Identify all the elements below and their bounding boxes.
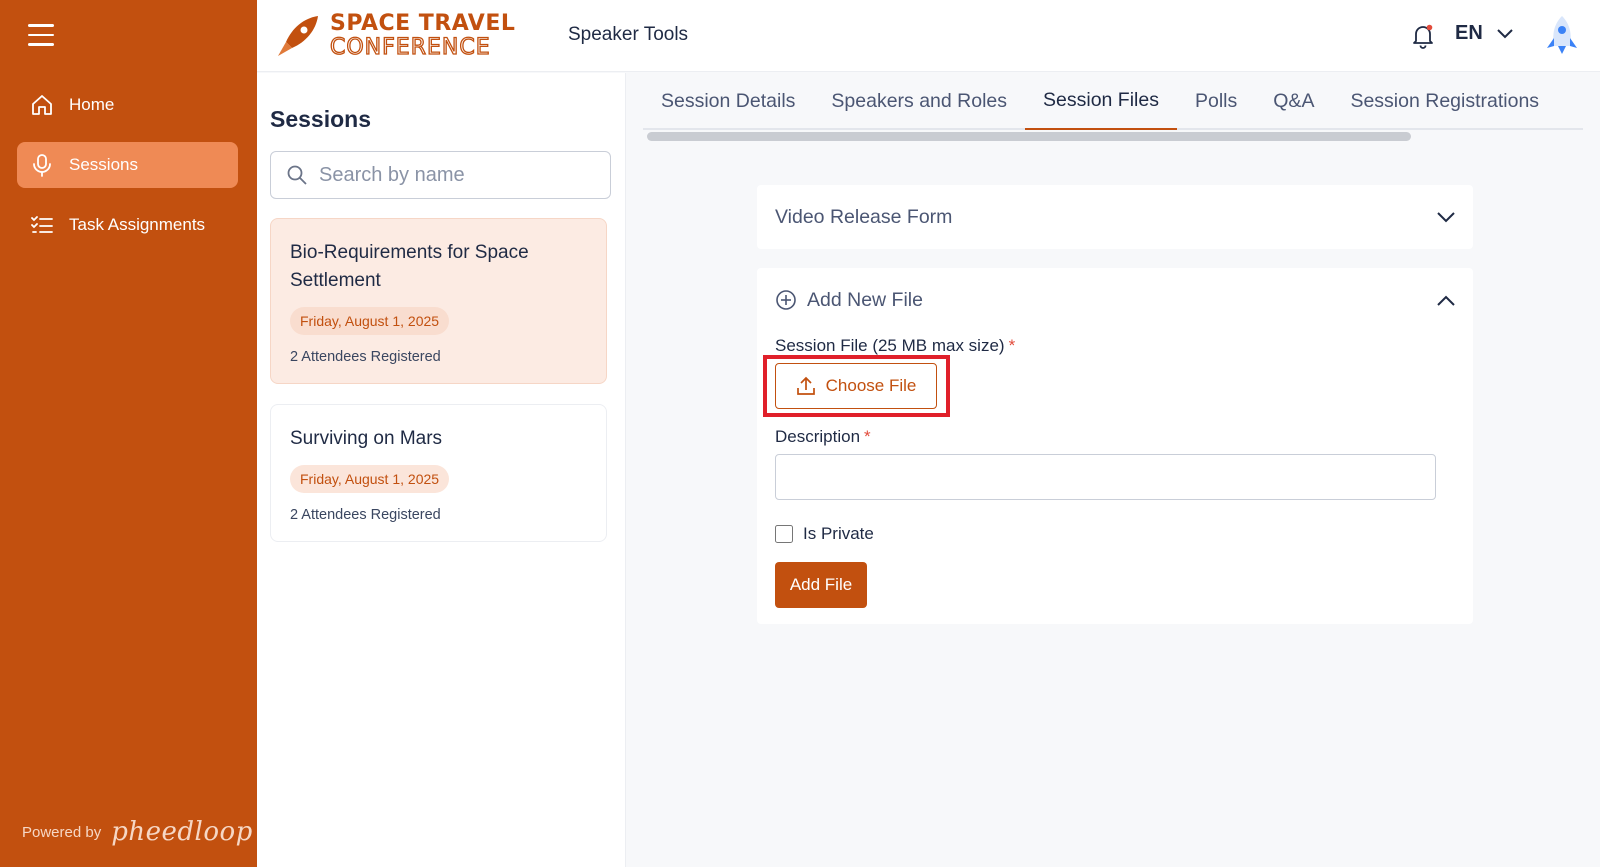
menu-icon[interactable] [28, 24, 54, 46]
tab-qa[interactable]: Q&A [1255, 73, 1332, 130]
session-attendees: 2 Attendees Registered [290, 349, 441, 365]
rocket-avatar-icon [1547, 16, 1577, 54]
session-title: Bio-Requirements for Space Settlement [290, 242, 529, 291]
sidebar-item-home[interactable]: Home [17, 82, 238, 128]
sidebar-item-task-assignments[interactable]: Task Assignments [17, 202, 238, 248]
logo-line2: CONFERENCE [329, 35, 491, 60]
avatar[interactable] [1542, 14, 1582, 58]
add-new-file-accordion: Add New File Session File (25 MB max siz… [757, 268, 1473, 624]
app-title: Speaker Tools [568, 24, 689, 45]
tab-session-details[interactable]: Session Details [643, 73, 813, 130]
add-file-button[interactable]: Add File [775, 562, 867, 608]
sessions-panel: Sessions Bio-Requirements for Space Sett… [257, 73, 626, 867]
chevron-up-icon [1437, 295, 1455, 306]
add-new-file-header[interactable]: Add New File [757, 268, 1473, 332]
language-selector[interactable]: EN [1455, 22, 1513, 45]
chevron-down-icon [1437, 211, 1455, 222]
chevron-down-icon [1497, 28, 1513, 38]
sidebar-item-sessions[interactable]: Sessions [17, 142, 238, 188]
powered-by-label: Powered by [22, 823, 102, 841]
video-release-title: Video Release Form [775, 205, 953, 228]
search-box [270, 151, 611, 199]
add-new-file-title: Add New File [807, 288, 923, 311]
sidebar-item-label: Sessions [69, 155, 138, 174]
video-release-header[interactable]: Video Release Form [757, 185, 1473, 249]
description-label: Description * [775, 427, 871, 447]
main-content: Session Details Speakers and Roles Sessi… [627, 73, 1600, 867]
is-private-checkbox[interactable] [775, 525, 793, 543]
session-date-badge: Friday, August 1, 2025 [290, 465, 450, 493]
is-private-row[interactable]: Is Private [775, 524, 874, 544]
logo-line1: SPACE TRAVEL [330, 11, 516, 36]
video-release-accordion: Video Release Form [757, 185, 1473, 249]
session-tabs: Session Details Speakers and Roles Sessi… [643, 73, 1583, 130]
choose-file-button[interactable]: Choose File [775, 363, 937, 409]
language-label: EN [1455, 22, 1483, 44]
session-card[interactable]: Surviving on Mars Friday, August 1, 2025… [270, 404, 607, 542]
home-icon [29, 92, 55, 118]
notification-bell-icon[interactable] [1409, 22, 1437, 50]
session-file-label: Session File (25 MB max size) * [775, 336, 1015, 356]
tab-polls[interactable]: Polls [1177, 73, 1255, 130]
add-circle-icon [776, 290, 796, 310]
choose-file-label: Choose File [825, 376, 917, 395]
top-header: SPACE TRAVEL CONFERENCE Speaker Tools EN [257, 0, 1600, 72]
tabs-scrollbar[interactable] [647, 132, 1411, 141]
required-marker: * [864, 427, 871, 446]
session-attendees: 2 Attendees Registered [290, 507, 441, 523]
tab-speakers-and-roles[interactable]: Speakers and Roles [813, 73, 1025, 130]
session-title: Surviving on Mars [290, 428, 443, 449]
is-private-label: Is Private [803, 524, 874, 543]
upload-icon [796, 376, 815, 395]
required-marker: * [1008, 336, 1016, 355]
description-input[interactable] [775, 454, 1436, 500]
tab-session-registrations[interactable]: Session Registrations [1332, 73, 1557, 130]
task-list-icon [29, 212, 55, 238]
sidebar-item-label: Task Assignments [69, 215, 206, 234]
description-label-text: Description [775, 427, 861, 446]
powered-by: Powered by pheedloop [22, 817, 253, 847]
sidebar: Home Sessions Task Assignments Powered b… [0, 0, 257, 867]
rocket-logo-icon [278, 16, 318, 56]
search-icon [287, 165, 307, 185]
sidebar-item-label: Home [69, 95, 115, 114]
pheedloop-logo[interactable]: pheedloop [111, 817, 253, 847]
tab-session-files[interactable]: Session Files [1025, 73, 1177, 130]
search-input[interactable] [319, 163, 599, 187]
sessions-title: Sessions [270, 106, 371, 132]
conference-logo[interactable]: SPACE TRAVEL CONFERENCE [274, 8, 536, 64]
microphone-icon [29, 152, 55, 178]
session-date-badge: Friday, August 1, 2025 [290, 307, 450, 335]
session-card[interactable]: Bio-Requirements for Space Settlement Fr… [270, 218, 607, 384]
session-file-label-text: Session File (25 MB max size) [775, 336, 1005, 355]
